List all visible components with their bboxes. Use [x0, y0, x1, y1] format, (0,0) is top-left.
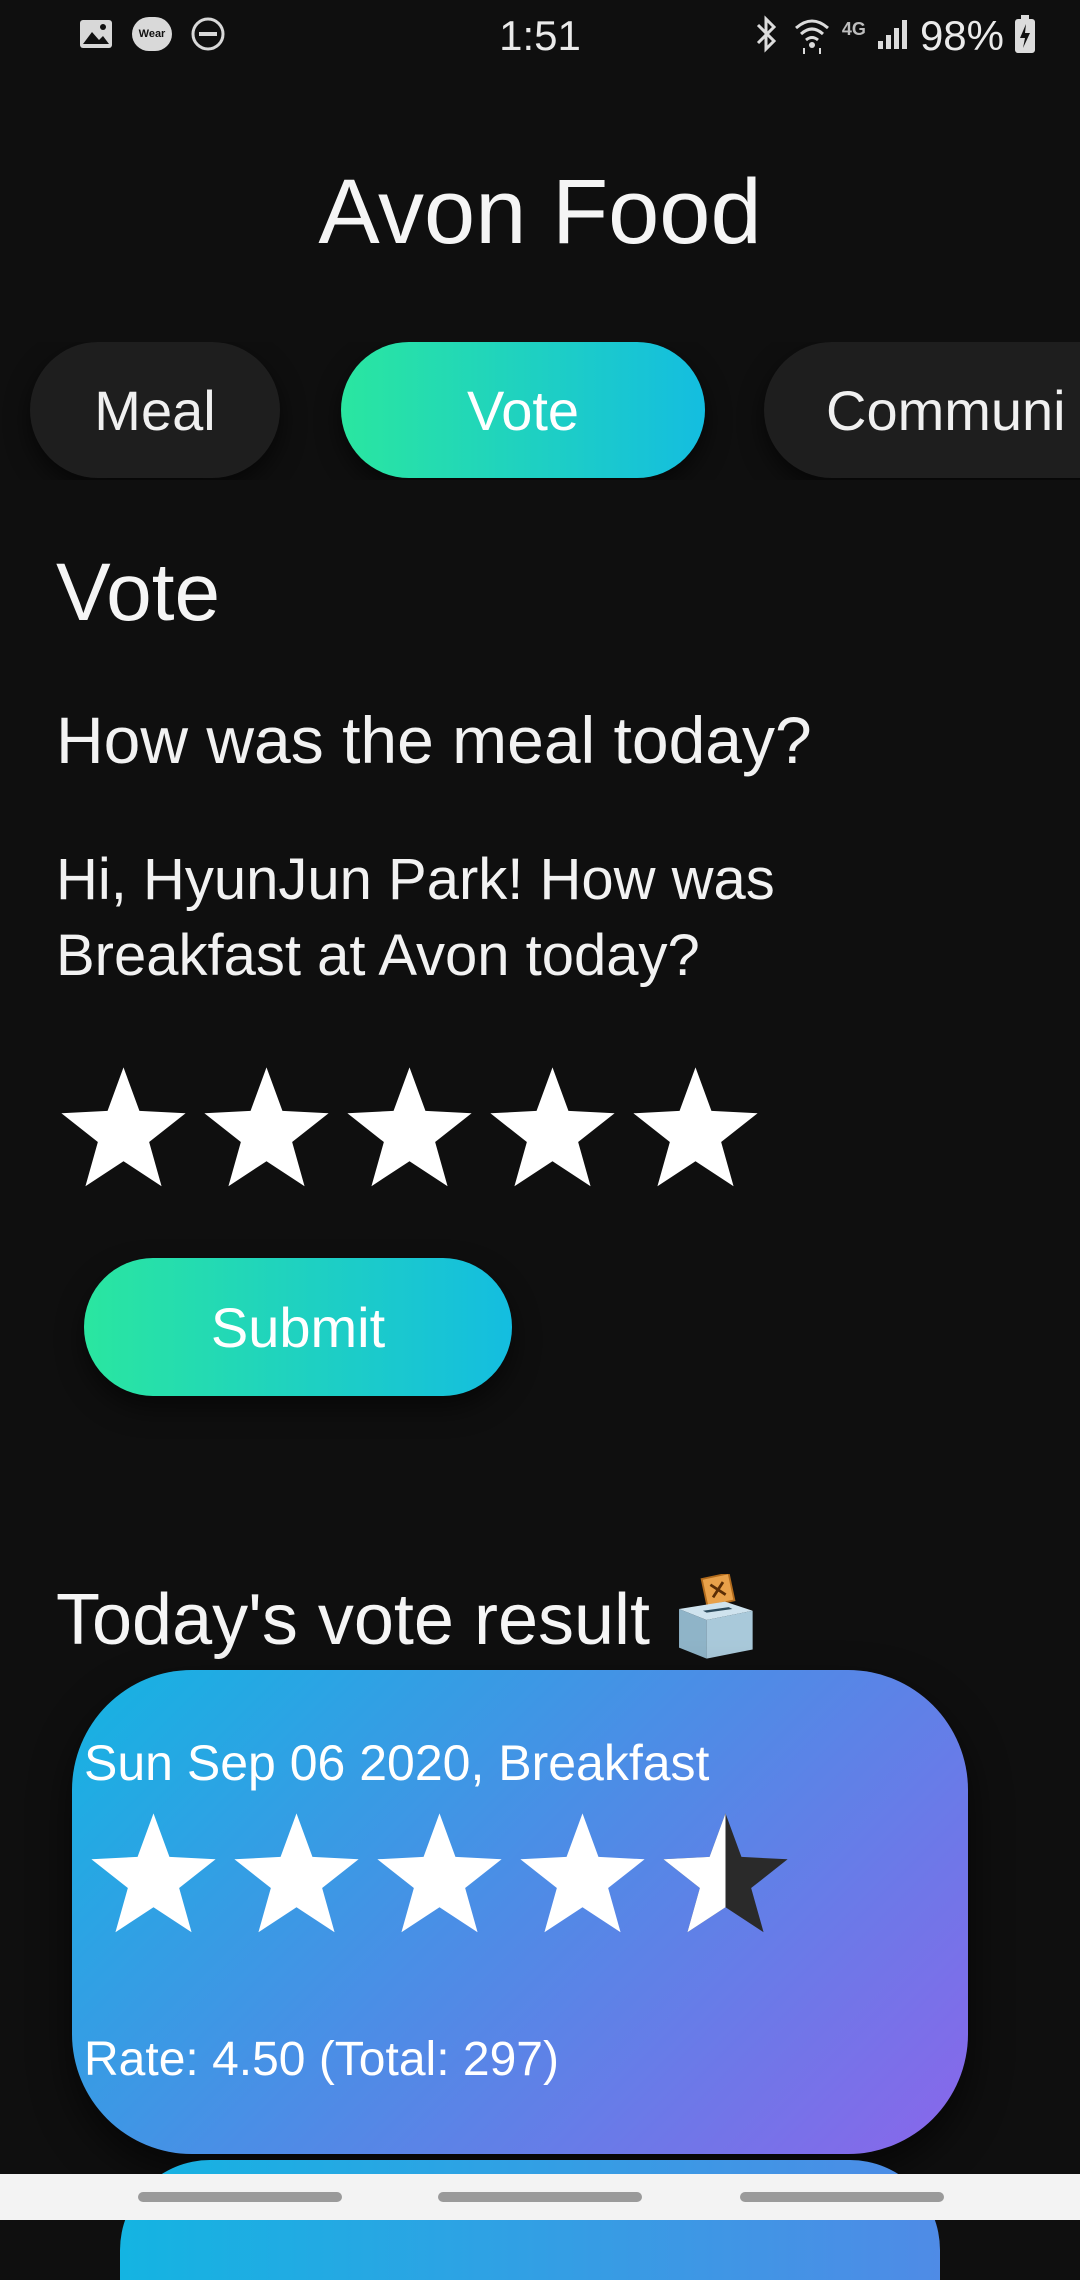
result-star-3	[377, 1813, 502, 1933]
status-bar: Wear 1:51 4G 98%	[0, 0, 1080, 72]
nav-home[interactable]	[438, 2192, 642, 2202]
rating-star-2[interactable]	[199, 1062, 334, 1197]
vote-greeting: Hi, HyunJun Park! How was Breakfast at A…	[56, 847, 775, 988]
result-star-1	[91, 1813, 216, 1933]
rating-star-4[interactable]	[485, 1062, 620, 1197]
section-title: Vote	[56, 547, 221, 638]
system-navigation-bar	[0, 2174, 1080, 2220]
battery-percent: 98%	[919, 12, 1004, 59]
star-rating-input	[56, 1062, 763, 1197]
status-right-icons: 4G 98%	[752, 12, 1036, 60]
signal-icon	[876, 17, 910, 56]
ballot-box-icon	[679, 1574, 753, 1659]
result-star-5-half	[663, 1813, 788, 1933]
nav-recent-apps[interactable]	[138, 2192, 342, 2202]
wifi-icon	[792, 14, 832, 59]
result-star-4	[520, 1813, 645, 1933]
tab-vote[interactable]: Vote	[341, 342, 705, 478]
rating-star-5[interactable]	[628, 1062, 763, 1197]
vote-question: How was the meal today?	[56, 703, 812, 777]
rating-star-1[interactable]	[56, 1062, 191, 1197]
tab-community[interactable]: Communi	[764, 342, 1080, 478]
result-rate-text: Rate: 4.50 (Total: 297)	[84, 2033, 559, 2086]
vote-result-card: Sun Sep 06 2020, Breakfast Rate: 4.50 (T…	[72, 1670, 968, 2154]
nav-back[interactable]	[740, 2192, 944, 2202]
bluetooth-icon	[752, 14, 782, 59]
results-title-row: Today's vote result	[56, 1574, 760, 1666]
result-star-2	[234, 1813, 359, 1933]
battery-charging-icon	[1014, 14, 1036, 59]
result-star-rating	[86, 1808, 793, 1943]
submit-button[interactable]: Submit	[84, 1258, 512, 1396]
tab-meal[interactable]: Meal	[30, 342, 280, 478]
app-title: Avon Food	[318, 161, 762, 263]
results-title: Today's vote result	[56, 1580, 651, 1660]
rating-star-3[interactable]	[342, 1062, 477, 1197]
network-type-label: 4G	[841, 18, 866, 39]
tab-bar: Meal Vote Communi	[0, 342, 1080, 480]
result-date-meal: Sun Sep 06 2020, Breakfast	[84, 1735, 710, 1791]
